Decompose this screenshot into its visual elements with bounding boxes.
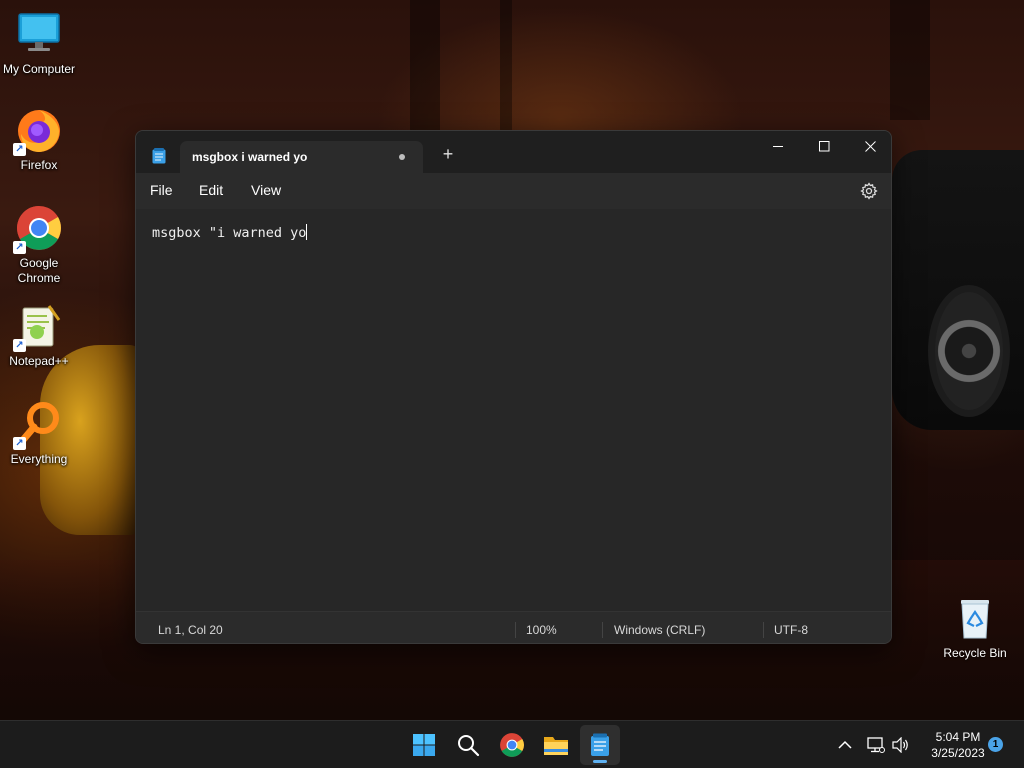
line-ending: Windows (CRLF) bbox=[614, 623, 706, 637]
network-icon bbox=[867, 737, 885, 753]
unsaved-dot-icon[interactable] bbox=[399, 154, 405, 160]
taskbar-chrome[interactable] bbox=[492, 725, 532, 765]
recycle-bin-icon bbox=[955, 596, 995, 640]
maximize-icon bbox=[818, 140, 829, 151]
minimize-icon bbox=[772, 145, 783, 147]
settings-gear-icon[interactable] bbox=[860, 182, 878, 200]
desktop-icon-label: Recycle Bin bbox=[943, 646, 1007, 660]
tab-title: msgbox i warned yo bbox=[192, 150, 308, 164]
start-button[interactable] bbox=[404, 725, 444, 765]
desktop-icon-everything[interactable]: ↗ Everything bbox=[0, 400, 78, 467]
chrome-icon bbox=[500, 733, 524, 757]
desktop-icon-label: Everything bbox=[10, 452, 68, 466]
file-explorer-icon bbox=[544, 737, 568, 755]
everything-search-icon: ↗ bbox=[13, 400, 63, 450]
desktop-icon-firefox[interactable]: ↗ Firefox bbox=[0, 106, 78, 173]
menu-bar: File Edit View bbox=[136, 173, 891, 209]
encoding: UTF-8 bbox=[774, 623, 808, 637]
taskbar-file-explorer[interactable] bbox=[536, 725, 576, 765]
shortcut-arrow-icon: ↗ bbox=[13, 437, 26, 450]
close-icon bbox=[864, 140, 876, 152]
desktop-icon-notepadpp[interactable]: ↗ Notepad++ bbox=[0, 302, 78, 369]
clock-time: 5:04 PM bbox=[935, 730, 981, 744]
chevron-up-icon bbox=[838, 740, 852, 749]
taskbar: 5:04 PM 3/25/2023 1 bbox=[0, 720, 1024, 768]
notepad-icon bbox=[591, 733, 609, 756]
title-bar[interactable]: msgbox i warned yo + bbox=[136, 131, 891, 173]
network-status[interactable] bbox=[866, 735, 886, 755]
maximize-button[interactable] bbox=[801, 131, 847, 161]
shortcut-arrow-icon: ↗ bbox=[13, 143, 26, 156]
chrome-icon: ↗ bbox=[13, 204, 63, 254]
menu-view[interactable]: View bbox=[251, 182, 281, 198]
desktop-icon-label: Google Chrome bbox=[17, 256, 61, 285]
editor-content: msgbox "i warned yo bbox=[152, 225, 307, 241]
notification-badge[interactable]: 1 bbox=[988, 737, 1003, 752]
status-bar: Ln 1, Col 20 100% Windows (CRLF) UTF-8 bbox=[136, 611, 891, 643]
cursor-position: Ln 1, Col 20 bbox=[158, 623, 223, 637]
monitor-icon bbox=[15, 10, 63, 58]
shortcut-arrow-icon: ↗ bbox=[13, 339, 26, 352]
taskbar-notepad[interactable] bbox=[580, 725, 620, 765]
clock-date: 3/25/2023 bbox=[931, 746, 985, 760]
shortcut-arrow-icon: ↗ bbox=[13, 241, 26, 254]
volume-icon bbox=[892, 737, 908, 753]
volume-control[interactable] bbox=[891, 735, 911, 755]
close-button[interactable] bbox=[847, 131, 891, 161]
desktop-icon-recycle-bin[interactable]: Recycle Bin bbox=[938, 596, 1012, 660]
firefox-icon: ↗ bbox=[13, 106, 63, 156]
zoom-level: 100% bbox=[526, 623, 557, 637]
desktop-icon-label: My Computer bbox=[2, 62, 76, 76]
desktop-icon-google-chrome[interactable]: ↗ Google Chrome bbox=[0, 204, 78, 286]
desktop-icon-label: Firefox bbox=[20, 158, 58, 172]
notepad-icon bbox=[152, 148, 166, 164]
text-editor[interactable]: msgbox "i warned yo bbox=[136, 209, 891, 611]
new-tab-button[interactable]: + bbox=[438, 144, 458, 164]
desktop-icon-label: Notepad++ bbox=[9, 354, 69, 368]
notepad-window: msgbox i warned yo + File Edit View msgb… bbox=[135, 130, 892, 644]
search-button[interactable] bbox=[448, 725, 488, 765]
document-tab[interactable]: msgbox i warned yo bbox=[180, 141, 423, 173]
show-hidden-icons-button[interactable] bbox=[835, 735, 855, 755]
minimize-button[interactable] bbox=[755, 131, 801, 161]
desktop-icon-my-computer[interactable]: My Computer bbox=[0, 10, 78, 77]
menu-edit[interactable]: Edit bbox=[199, 182, 223, 198]
system-clock[interactable]: 5:04 PM 3/25/2023 bbox=[918, 729, 998, 761]
active-app-indicator bbox=[593, 760, 607, 763]
notepadpp-icon: ↗ bbox=[13, 302, 63, 352]
search-icon bbox=[458, 735, 480, 757]
menu-file[interactable]: File bbox=[150, 182, 173, 198]
start-icon bbox=[413, 734, 435, 756]
text-caret bbox=[306, 224, 308, 240]
